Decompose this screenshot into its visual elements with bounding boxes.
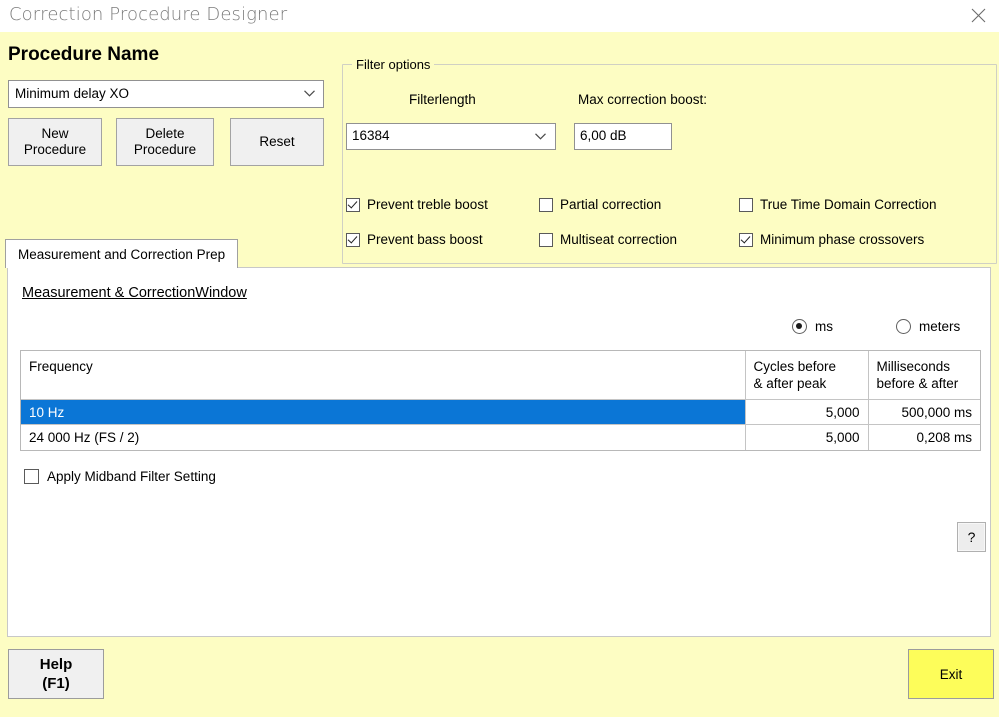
max-correction-boost-field[interactable]: 6,00 dB (574, 123, 672, 150)
radio-unit-ms[interactable]: ms (792, 319, 833, 334)
filter-options-legend: Filter options (352, 57, 435, 72)
checkbox-label: True Time Domain Correction (760, 197, 937, 212)
checkbox-box-icon (539, 197, 553, 212)
close-button[interactable] (961, 2, 995, 28)
chevron-down-icon[interactable] (535, 133, 546, 140)
checkbox-multiseat-correction[interactable]: Multiseat correction (539, 232, 677, 247)
help-button-line1: Help (39, 656, 73, 673)
column-header-frequency[interactable]: Frequency (21, 351, 746, 400)
measurement-window-heading: Measurement & CorrectionWindow (22, 285, 247, 301)
chevron-down-icon[interactable] (304, 90, 315, 97)
help-button-line2: (F1) (42, 675, 70, 692)
checkbox-box-icon (739, 232, 753, 247)
checkbox-prevent-bass-boost[interactable]: Prevent bass boost (346, 232, 483, 247)
filterlength-label: Filterlength (409, 92, 476, 107)
checkbox-label: Multiseat correction (560, 232, 678, 247)
checkbox-box-icon (346, 232, 360, 247)
checkbox-minimum-phase-crossovers[interactable]: Minimum phase crossovers (739, 232, 924, 247)
cell-milliseconds[interactable]: 500,000 ms (868, 399, 980, 425)
measurement-panel: Measurement & CorrectionWindow ms meters… (7, 267, 991, 637)
radio-label: ms (815, 319, 833, 334)
delete-procedure-button[interactable]: Delete Procedure (116, 118, 214, 166)
window-titlebar: Correction Procedure Designer (0, 0, 999, 32)
procedure-name-heading: Procedure Name (8, 44, 160, 65)
procedure-name-combobox[interactable]: Minimum delay XO (8, 80, 324, 108)
checkbox-box-icon (346, 197, 360, 212)
procedure-name-value: Minimum delay XO (15, 86, 130, 101)
help-f1-button[interactable]: Help (F1) (8, 649, 104, 699)
radio-circle-icon (792, 319, 807, 334)
cell-cycles[interactable]: 5,000 (745, 399, 869, 425)
max-correction-boost-value: 6,00 dB (580, 128, 627, 143)
filterlength-combobox[interactable]: 16384 (346, 123, 556, 150)
checkbox-box-icon (539, 232, 553, 247)
checkbox-prevent-treble-boost[interactable]: Prevent treble boost (346, 197, 488, 212)
column-header-cycles[interactable]: Cycles before & after peak (745, 351, 869, 400)
reset-button[interactable]: Reset (230, 118, 324, 166)
checkbox-box-icon (739, 197, 753, 212)
table-row[interactable]: 24 000 Hz (FS / 2) 5,000 0,208 ms (21, 424, 980, 450)
max-correction-boost-label: Max correction boost: (578, 92, 708, 107)
cell-cycles[interactable]: 5,000 (745, 424, 869, 450)
checkbox-partial-correction[interactable]: Partial correction (539, 197, 661, 212)
filterlength-value: 16384 (352, 128, 390, 143)
checkbox-label: Minimum phase crossovers (760, 232, 925, 247)
radio-circle-icon (896, 319, 911, 334)
checkbox-label: Partial correction (560, 197, 662, 212)
checkbox-apply-midband-filter-setting[interactable]: Apply Midband Filter Setting (24, 469, 216, 484)
table-header-row: Frequency Cycles before & after peak Mil… (21, 351, 980, 400)
checkbox-label: Prevent bass boost (367, 232, 483, 247)
tab-measurement-and-correction-prep[interactable]: Measurement and Correction Prep (5, 239, 239, 268)
cell-frequency[interactable]: 24 000 Hz (FS / 2) (21, 424, 746, 450)
radio-label: meters (919, 319, 961, 334)
close-icon (971, 8, 985, 22)
column-header-milliseconds[interactable]: Milliseconds before & after (868, 351, 980, 400)
checkbox-box-icon (24, 469, 39, 484)
window-title: Correction Procedure Designer (9, 4, 288, 25)
exit-button[interactable]: Exit (908, 649, 994, 699)
checkbox-label: Prevent treble boost (367, 197, 488, 212)
checkbox-label: Apply Midband Filter Setting (47, 469, 216, 484)
help-question-button[interactable]: ? (957, 522, 986, 552)
dialog-body: Procedure Name Minimum delay XO New Proc… (0, 32, 999, 717)
table-row[interactable]: 10 Hz 5,000 500,000 ms (21, 399, 980, 425)
measurement-window-table: Frequency Cycles before & after peak Mil… (20, 350, 981, 451)
cell-frequency[interactable]: 10 Hz (21, 399, 746, 425)
new-procedure-button[interactable]: New Procedure (8, 118, 102, 166)
cell-milliseconds[interactable]: 0,208 ms (868, 424, 980, 450)
radio-unit-meters[interactable]: meters (896, 319, 960, 334)
checkbox-true-time-domain-correction[interactable]: True Time Domain Correction (739, 197, 937, 212)
